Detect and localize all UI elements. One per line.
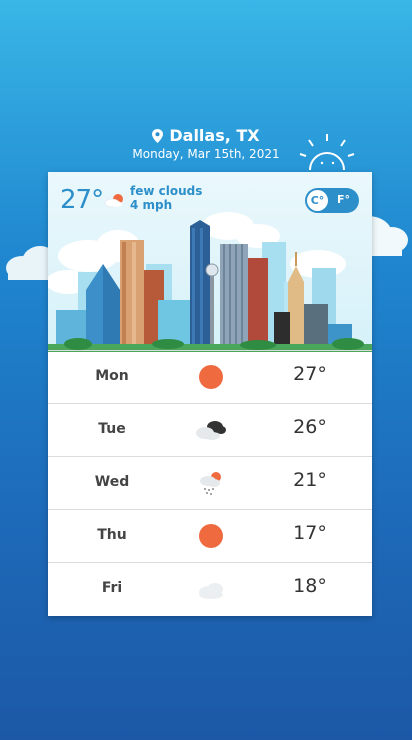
forecast-temp: 21° [293, 469, 327, 491]
celsius-option[interactable]: C° [307, 190, 328, 211]
forecast-temp: 26° [293, 416, 327, 438]
wind-speed: 4 mph [130, 198, 173, 212]
dallas-skyline-illustration [48, 212, 372, 352]
forecast-row: Tue 26° [48, 403, 372, 457]
sun-cloud-icon [104, 194, 123, 208]
weather-card: 27° few clouds 4 mph C° F° Mon 27° Tue 2… [48, 172, 372, 616]
sun-icon [199, 365, 223, 389]
forecast-day: Fri [101, 580, 123, 596]
city-hero: 27° few clouds 4 mph C° F° [48, 172, 372, 352]
forecast-day: Wed [94, 474, 130, 490]
unit-toggle[interactable]: C° F° [305, 188, 359, 213]
current-condition: few clouds 4 mph [130, 184, 202, 212]
forecast-day: Mon [95, 368, 129, 384]
forecast-row: Thu 17° [48, 509, 372, 563]
rain-cloud-icon [200, 472, 221, 495]
location-pin-icon [152, 129, 164, 143]
cloud-icon [199, 583, 223, 599]
forecast-temp: 17° [293, 522, 327, 544]
forecast-row: Wed 21° [48, 456, 372, 510]
current-temperature: 27° [60, 185, 104, 215]
dark-clouds-icon [196, 421, 226, 440]
fahrenheit-option[interactable]: F° [337, 193, 350, 206]
forecast-row: Mon 27° [48, 350, 372, 404]
sun-icon [199, 524, 223, 548]
forecast-temp: 18° [293, 575, 327, 597]
forecast-day: Thu [97, 527, 127, 543]
condition-text: few clouds [130, 184, 203, 198]
location-text: Dallas, TX [169, 126, 260, 145]
forecast-day: Tue [98, 421, 126, 437]
sun-doodle-icon [299, 134, 355, 171]
forecast-row: Fri 18° [48, 562, 372, 616]
forecast-temp: 27° [293, 363, 327, 385]
